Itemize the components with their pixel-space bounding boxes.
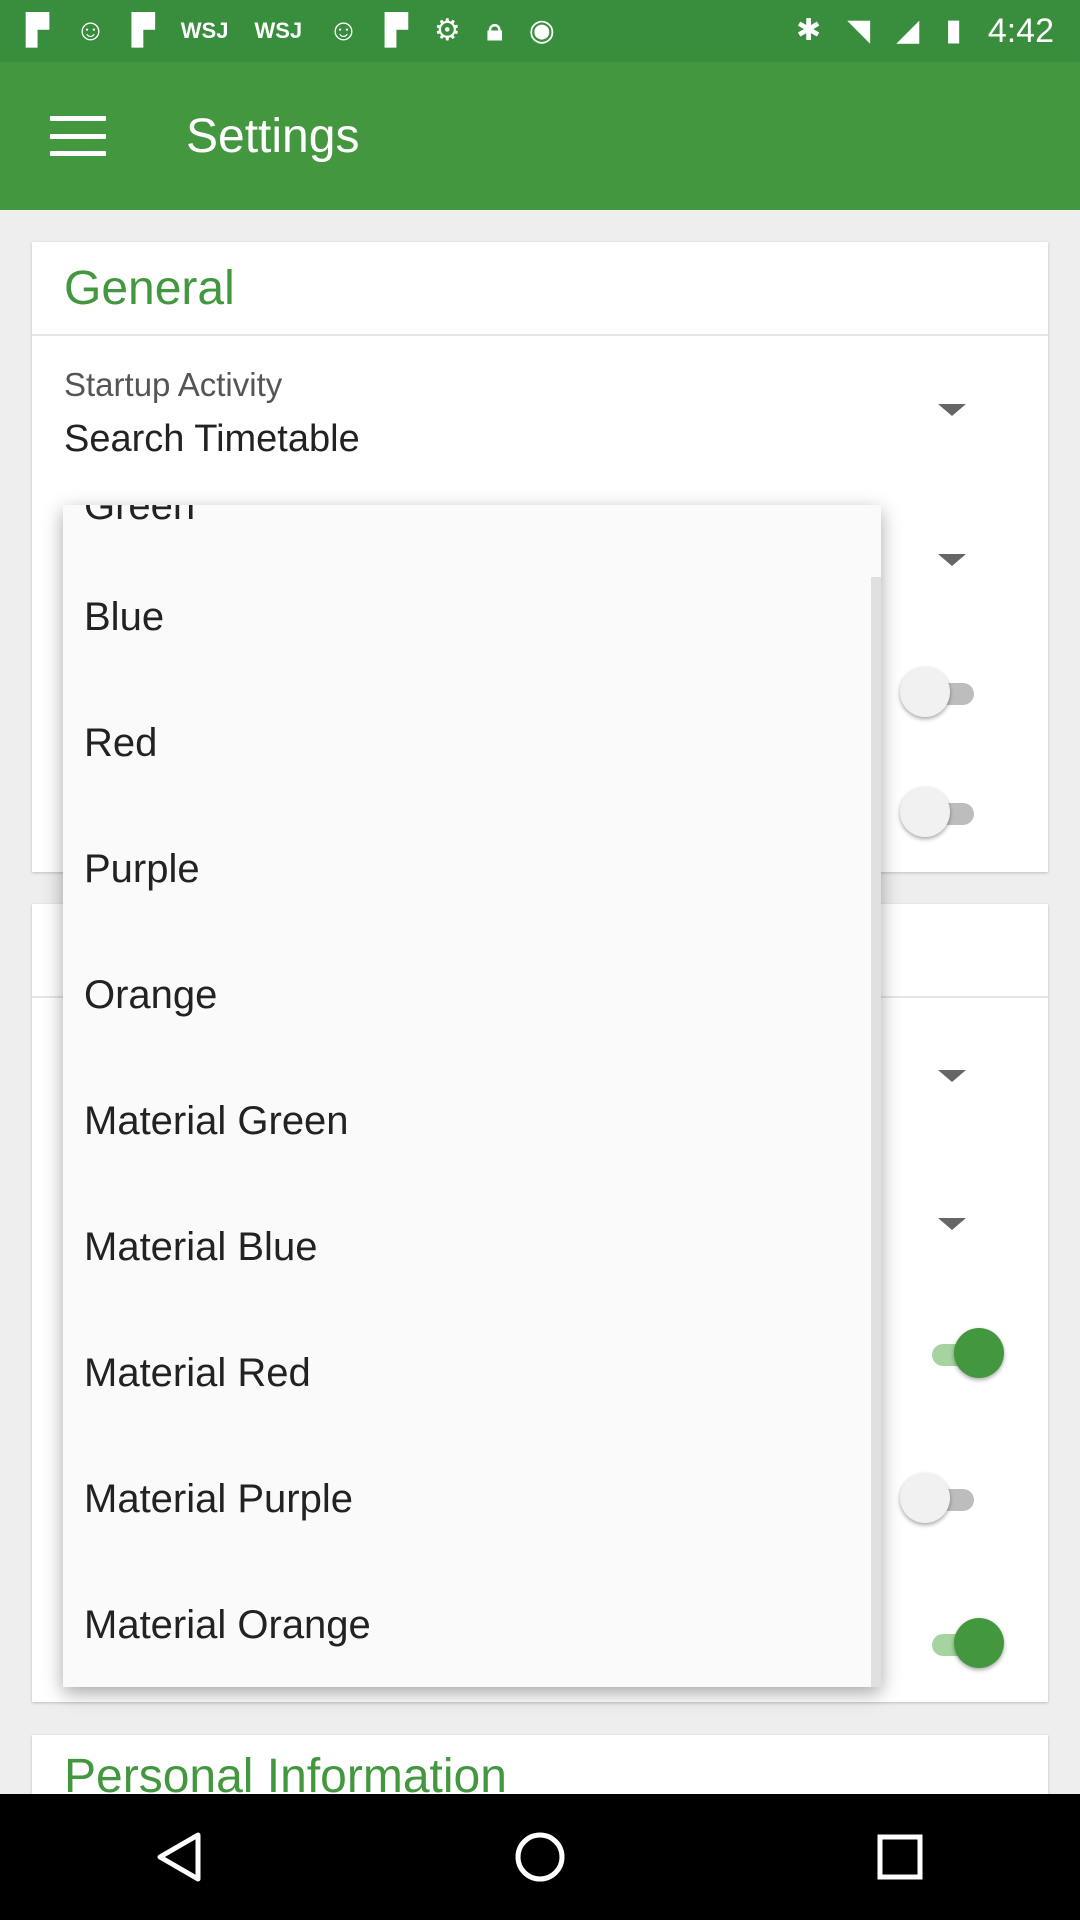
smile-icon: ☺ [75,14,106,47]
toggle-switch[interactable] [922,1614,1004,1674]
startup-activity-value: Search Timetable [64,418,360,460]
popup-option[interactable]: Material Green [63,1058,881,1184]
wifi-icon: ◥ [847,14,871,47]
popup-option[interactable]: Material Blue [63,1184,881,1310]
popup-option[interactable]: Blue [63,554,881,680]
popup-option[interactable]: Material Red [63,1310,881,1436]
back-icon[interactable] [130,1807,230,1907]
status-system: ✱ ◥ ◢ ▮ 4:42 [796,12,1080,51]
startup-activity-setting[interactable]: Startup Activity Search Timetable [32,336,1048,486]
smile-icon: ☺ [328,14,359,47]
dropdown-arrow-icon[interactable] [938,1070,966,1082]
hamburger-menu-icon[interactable] [50,116,106,156]
popup-option[interactable]: Material Orange [63,1562,881,1687]
signal-icon: ◢ [896,14,920,47]
theme-dropdown-popup: Green Blue Red Purple Orange Material Gr… [63,505,881,1687]
battery-icon: ▮ [945,14,962,47]
dropdown-arrow-icon[interactable] [938,404,966,416]
popup-option[interactable]: Red [63,680,881,806]
recents-icon[interactable] [850,1807,950,1907]
popup-scrollbar[interactable] [871,577,881,1687]
lock-icon: 🔒︎ [486,14,503,47]
personal-info-card: Personal Information [32,1735,1048,1794]
status-notifications: ▛ ☺ ▛ WSJ WSJ ☺ ▛ ⚙ 🔒︎ ◉ [0,16,555,46]
toggle-switch[interactable] [900,783,980,843]
toggle-switch[interactable] [900,1469,980,1529]
popup-option[interactable]: Orange [63,932,881,1058]
status-bar: ▛ ☺ ▛ WSJ WSJ ☺ ▛ ⚙ 🔒︎ ◉ ✱ ◥ ◢ ▮ 4:42 [0,0,1080,62]
home-icon[interactable] [490,1807,590,1907]
popup-option[interactable]: Purple [63,806,881,932]
flipboard-icon: ▛ [26,14,50,47]
settings-icon: ⚙ [433,14,461,47]
general-header: General [32,242,1048,336]
flipboard-icon: ▛ [384,14,408,47]
clock: 4:42 [987,11,1054,50]
bluetooth-icon: ✱ [796,14,822,47]
wsj-icon: WSJ [180,18,229,43]
dropdown-arrow-icon[interactable] [938,554,966,566]
app-bar: Settings [0,62,1080,210]
toggle-switch[interactable] [922,1324,1004,1384]
navigation-bar [0,1794,1080,1920]
android-icon: ◉ [528,14,555,47]
flipboard-icon: ▛ [131,14,155,47]
startup-activity-label: Startup Activity [64,366,283,403]
toggle-switch[interactable] [900,663,980,723]
personal-info-header: Personal Information [64,1750,507,1794]
page-title: Settings [186,109,360,163]
wsj-icon: WSJ [254,18,303,43]
dropdown-arrow-icon[interactable] [938,1218,966,1230]
popup-option[interactable]: Material Purple [63,1436,881,1562]
